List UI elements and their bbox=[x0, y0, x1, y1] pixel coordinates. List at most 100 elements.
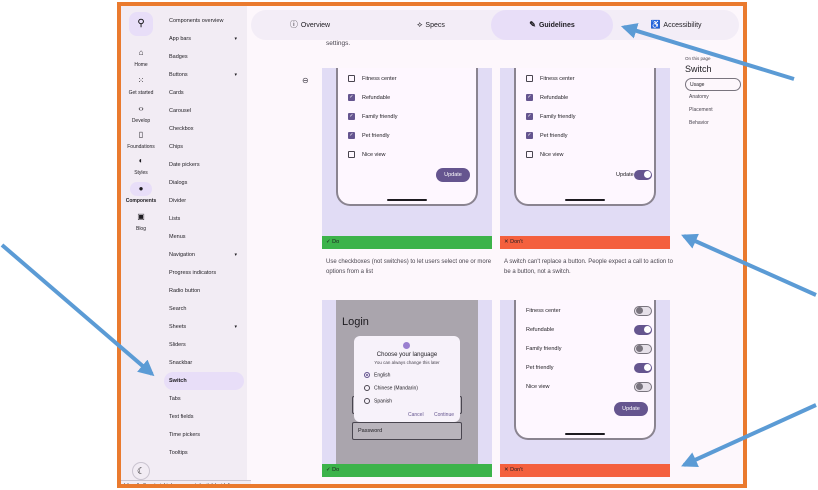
rail-item-label: Components bbox=[125, 198, 157, 204]
body-text-fragment: settings. bbox=[326, 40, 351, 47]
tab-accessibility[interactable]: ♿ Accessibility bbox=[617, 10, 735, 40]
tab-label: Guidelines bbox=[538, 22, 575, 29]
nav-item-tooltips[interactable]: Tooltips bbox=[164, 444, 244, 462]
checkbox-row: Fitness center bbox=[348, 74, 397, 84]
toc-item-behavior[interactable]: Behavior bbox=[685, 117, 743, 130]
nav-item-checkbox[interactable]: Checkbox bbox=[164, 120, 244, 138]
rail-item-get-started[interactable]: ⁙ Get started bbox=[121, 74, 161, 96]
checkbox-checked-icon: ✓ bbox=[348, 113, 355, 121]
nav-item-label: Lists bbox=[169, 216, 181, 222]
switch-row-label: Pet friendly bbox=[526, 365, 554, 371]
rail-item-label: Home bbox=[134, 62, 148, 68]
nav-item-label: Snackbar bbox=[169, 360, 193, 366]
rail-item-label: Get started bbox=[128, 90, 154, 96]
components-nav-list: Components overview App bars ▾ Badges Button… bbox=[161, 6, 247, 484]
nav-item-snackbar[interactable]: Snackbar bbox=[164, 354, 244, 372]
update-label: Update bbox=[616, 172, 634, 178]
nav-item-search[interactable]: Search bbox=[164, 300, 244, 318]
tab-overview[interactable]: ⓘ Overview bbox=[251, 10, 369, 40]
rail-item-develop[interactable]: ‹› Develop bbox=[121, 102, 161, 124]
login-screen-mock: Login Password Choose your language You … bbox=[336, 300, 478, 464]
rail-item-components[interactable]: ● Components bbox=[121, 182, 161, 204]
rail-item-foundations[interactable]: ▯ Foundations bbox=[121, 128, 161, 150]
checkbox-row: Nice view bbox=[526, 150, 564, 160]
nav-item-sliders[interactable]: Sliders bbox=[164, 336, 244, 354]
nav-item-label: Tooltips bbox=[169, 450, 188, 456]
specs-icon: ⟡ bbox=[417, 20, 423, 29]
guidelines-icon: ✎ bbox=[529, 20, 536, 29]
navigation-rail: ⚲ ⌂ Home ⁙ Get started ‹› Develop ▯ Foundations… bbox=[121, 6, 161, 484]
tab-guidelines[interactable]: ✎ Guidelines bbox=[491, 10, 613, 40]
nav-item-label: Tabs bbox=[169, 396, 181, 402]
nav-item-navigation[interactable]: Navigation ▾ bbox=[164, 246, 244, 264]
nav-item-switch[interactable]: Switch bbox=[164, 372, 244, 390]
toc-title: Switch bbox=[685, 64, 712, 74]
book-icon: ▯ bbox=[138, 130, 144, 139]
palette-icon: ◐ bbox=[138, 156, 144, 165]
screenshot-stage: ⚲ ⌂ Home ⁙ Get started ‹› Develop ▯ Foundations… bbox=[0, 0, 818, 490]
nav-item-label: Search bbox=[169, 306, 187, 312]
rail-item-styles[interactable]: ◐ Styles bbox=[121, 154, 161, 176]
checkbox-label: Refundable bbox=[362, 95, 391, 101]
nav-item-progress-indicators[interactable]: Progress indicators bbox=[164, 264, 244, 282]
password-field: Password bbox=[352, 422, 462, 440]
nav-item-lists[interactable]: Lists bbox=[164, 210, 244, 228]
home-indicator bbox=[565, 199, 605, 201]
nav-item-label: Divider bbox=[169, 198, 187, 204]
nav-item-label: Components overview bbox=[169, 18, 224, 24]
rail-item-home[interactable]: ⌂ Home bbox=[121, 46, 161, 68]
checkbox-label: Nice view bbox=[540, 152, 564, 158]
language-dialog: Choose your language You can always chan… bbox=[354, 336, 460, 422]
checkbox-label: Pet friendly bbox=[362, 133, 390, 139]
search-icon[interactable]: ⚲ bbox=[129, 12, 153, 36]
nav-item-dialogs[interactable]: Dialogs bbox=[164, 174, 244, 192]
checkbox-row: Fitness center bbox=[526, 74, 575, 84]
update-switch bbox=[634, 170, 652, 180]
nav-item-label: Buttons bbox=[169, 72, 188, 78]
checkbox-label: Fitness center bbox=[362, 76, 397, 82]
link-icon[interactable]: ⊖ bbox=[302, 76, 309, 85]
switch-toggle bbox=[634, 306, 652, 316]
checkbox-empty-icon bbox=[348, 75, 355, 83]
nav-item-badges[interactable]: Badges bbox=[164, 48, 244, 66]
update-button: Update bbox=[614, 402, 648, 416]
checkbox-row: ✓ Pet friendly bbox=[526, 131, 568, 141]
nav-item-components-overview[interactable]: Components overview bbox=[164, 12, 244, 30]
dont-caption: A switch can't replace a button. People … bbox=[504, 259, 673, 275]
tab-bar: ⓘ Overview ⟡ Specs ✎ Guidelines ♿ Accessibility bbox=[251, 10, 739, 40]
toc-item-usage[interactable]: Usage bbox=[685, 78, 741, 91]
nav-item-menus[interactable]: Menus bbox=[164, 228, 244, 246]
nav-item-label: Menus bbox=[169, 234, 186, 240]
toc-item-anatomy[interactable]: Anatomy bbox=[685, 91, 743, 104]
dark-mode-icon[interactable]: ☾ bbox=[132, 462, 150, 480]
rail-item-label: Foundations bbox=[127, 144, 155, 150]
nav-item-date-pickers[interactable]: Date pickers bbox=[164, 156, 244, 174]
nav-item-app-bars[interactable]: App bars ▾ bbox=[164, 30, 244, 48]
nav-item-time-pickers[interactable]: Time pickers bbox=[164, 426, 244, 444]
dialog-continue: Continue bbox=[434, 412, 455, 418]
switch-row-label: Nice view bbox=[526, 384, 550, 390]
nav-item-buttons[interactable]: Buttons ▾ bbox=[164, 66, 244, 84]
checkbox-label: Refundable bbox=[540, 95, 569, 101]
nav-item-cards[interactable]: Cards bbox=[164, 84, 244, 102]
checkbox-row: ✓ Pet friendly bbox=[348, 131, 390, 141]
toc-item-placement[interactable]: Placement bbox=[685, 104, 743, 117]
blog-icon: ▣ bbox=[137, 212, 145, 221]
home-icon: ⌂ bbox=[138, 48, 144, 57]
nav-item-chips[interactable]: Chips bbox=[164, 138, 244, 156]
checkbox-label: Fitness center bbox=[540, 76, 575, 82]
nav-item-tabs[interactable]: Tabs bbox=[164, 390, 244, 408]
radio-option: Chinese (Mandarin) bbox=[364, 385, 418, 391]
nav-item-sheets[interactable]: Sheets ▾ bbox=[164, 318, 244, 336]
nav-item-radio-button[interactable]: Radio button bbox=[164, 282, 244, 300]
nav-item-divider[interactable]: Divider bbox=[164, 192, 244, 210]
rail-item-blog[interactable]: ▣ Blog bbox=[121, 210, 161, 232]
checkbox-checked-icon: ✓ bbox=[526, 94, 533, 102]
nav-item-carousel[interactable]: Carousel bbox=[164, 102, 244, 120]
do-label: ✓ Do bbox=[322, 464, 492, 477]
nav-item-text-fields[interactable]: Text fields bbox=[164, 408, 244, 426]
nav-item-label: App bars bbox=[169, 36, 192, 42]
switch-row-label: Fitness center bbox=[526, 308, 561, 314]
example-do-dialog: Login Password Choose your language You … bbox=[322, 300, 492, 464]
tab-specs[interactable]: ⟡ Specs bbox=[373, 10, 489, 40]
